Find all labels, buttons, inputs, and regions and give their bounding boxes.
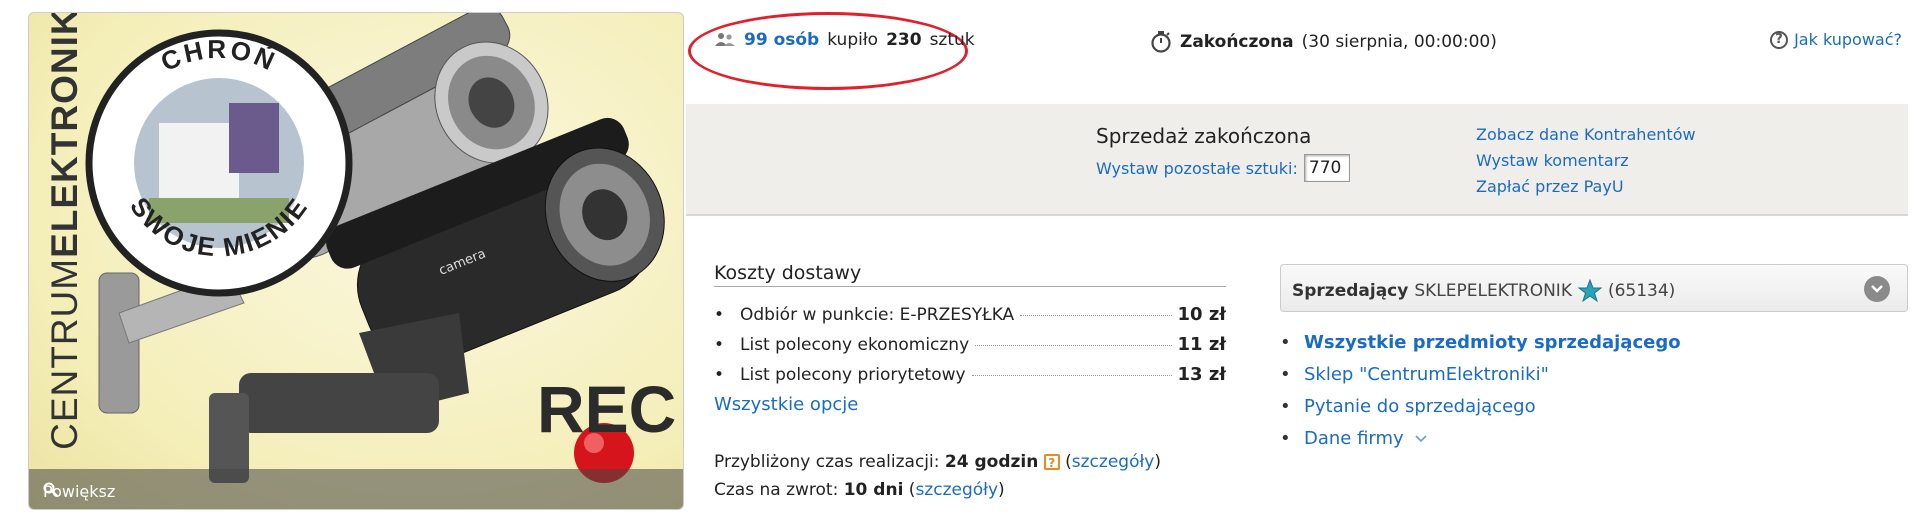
- bullet: •: [1280, 396, 1291, 417]
- chevron-down-icon: [1871, 285, 1883, 293]
- sold-quantity: 230: [886, 30, 922, 50]
- bought-text: kupiło: [827, 30, 879, 50]
- relist-quantity-input[interactable]: 770: [1303, 154, 1350, 182]
- realization-value: 24 godzin: [944, 452, 1039, 472]
- how-to-buy-link[interactable]: Jak kupować?: [1794, 30, 1902, 49]
- seller-info: Sprzedający SKLEPELEKTRONIK (65134): [1292, 279, 1675, 303]
- realization-label: Przybliżony czas realizacji:: [714, 452, 940, 472]
- auction-status-label: Zakończona: [1180, 32, 1294, 52]
- seller-link-all-items[interactable]: • Wszystkie przedmioty sprzedającego: [1280, 332, 1681, 353]
- zoom-button[interactable]: Powiększ: [43, 482, 115, 501]
- shipping-option: • Odbiór w punkcie: E-PRZESYŁKA 10 zł: [714, 304, 1226, 325]
- all-options-link[interactable]: Wszystkie opcje: [714, 394, 858, 415]
- seller-rating: (65134): [1607, 281, 1676, 301]
- view-contractors-link[interactable]: Zobacz dane Kontrahentów: [1476, 122, 1696, 148]
- bullet: •: [714, 365, 725, 385]
- vertical-brand: CENTRUMELEKTRONIKI: [35, 12, 95, 450]
- relist-row: Wystaw pozostałe sztuki: 770: [1096, 154, 1350, 182]
- star-icon: [1577, 279, 1602, 303]
- help-icon[interactable]: ?: [1043, 454, 1060, 470]
- shipping-option-name: List polecony ekonomiczny: [740, 335, 970, 355]
- unit-text: sztuk: [929, 30, 975, 50]
- help-icon: ?: [1770, 30, 1789, 49]
- shipping-option-price: 11 zł: [1177, 334, 1226, 355]
- panel-links: Zobacz dane Kontrahentów Wystaw komentar…: [1476, 122, 1696, 200]
- zoom-bar: [29, 469, 683, 509]
- buyers-info: 99 osób kupiło 230 sztuk: [714, 30, 975, 50]
- seller-label: Sprzedający: [1292, 281, 1409, 301]
- relist-link[interactable]: Wystaw pozostałe sztuki:: [1096, 159, 1298, 178]
- badge-top-text: CHROŃ: [156, 34, 279, 77]
- bullet: •: [1280, 428, 1291, 449]
- shipping-option: • List polecony ekonomiczny 11 zł: [714, 334, 1226, 355]
- brand-text-bold: ELEKTRONIKI: [44, 12, 85, 258]
- svg-text:CHROŃ: CHROŃ: [156, 34, 282, 77]
- realization-time: Przybliżony czas realizacji: 24 godzin ?…: [714, 452, 1161, 472]
- badge-bottom-text: SWOJE MIENIE: [124, 192, 312, 263]
- shipping-option-price: 13 zł: [1177, 364, 1226, 385]
- highlight-ellipse: [688, 12, 968, 90]
- sale-ended-title: Sprzedaż zakończona: [1096, 124, 1312, 148]
- seller-link-label[interactable]: Wszystkie przedmioty sprzedającego: [1304, 332, 1681, 353]
- buyers-count-link[interactable]: 99 osób: [744, 30, 819, 50]
- seller-link-question[interactable]: • Pytanie do sprzedającego: [1280, 396, 1536, 417]
- return-value: 10 dni: [843, 480, 904, 500]
- seller-link-shop[interactable]: • Sklep "CentrumElektroniki": [1280, 364, 1549, 385]
- brand-text-light: CENTRUM: [44, 257, 85, 450]
- seller-link-label[interactable]: Sklep "CentrumElektroniki": [1304, 364, 1549, 385]
- stopwatch-icon: [1151, 31, 1171, 53]
- shipping-option: • List polecony priorytetowy 13 zł: [714, 364, 1226, 385]
- bullet: •: [714, 305, 725, 325]
- shipping-title: Koszty dostawy: [714, 262, 1226, 287]
- return-time: Czas na zwrot: 10 dni (szczegóły): [714, 480, 1005, 500]
- return-label: Czas na zwrot:: [714, 480, 839, 500]
- realization-details-link[interactable]: szczegóły: [1072, 452, 1155, 472]
- bullet: •: [1280, 364, 1291, 385]
- magnifier-icon: [43, 482, 58, 497]
- seller-link-company[interactable]: • Dane firmy: [1280, 428, 1428, 449]
- chevron-down-icon: [1415, 434, 1427, 442]
- bullet: •: [1280, 332, 1291, 353]
- pay-payu-link[interactable]: Zapłać przez PayU: [1476, 174, 1696, 200]
- shipping-option-name: Odbiór w punkcie: E-PRZESYŁKA: [740, 305, 1015, 325]
- camera-label: camera: [437, 246, 488, 278]
- shipping-option-name: List polecony priorytetowy: [740, 365, 966, 385]
- leave-comment-link[interactable]: Wystaw komentarz: [1476, 148, 1696, 174]
- auction-end-date: (30 sierpnia, 00:00:00): [1301, 32, 1497, 52]
- return-details-link[interactable]: szczegóły: [915, 480, 998, 500]
- auction-status: Zakończona (30 sierpnia, 00:00:00): [1150, 30, 1497, 54]
- seller-expand-button[interactable]: [1864, 276, 1890, 302]
- product-image[interactable]: CHROŃ SWOJE MIENIE camera CENTRUMELEKTRO…: [28, 12, 684, 510]
- svg-text:SWOJE MIENIE: SWOJE MIENIE: [124, 192, 314, 263]
- bullet: •: [714, 335, 725, 355]
- shipping-option-price: 10 zł: [1177, 304, 1226, 325]
- how-to-buy[interactable]: ? Jak kupować?: [1770, 30, 1902, 49]
- seller-link-label[interactable]: Pytanie do sprzedającego: [1304, 396, 1536, 417]
- people-icon: [715, 33, 735, 46]
- seller-link-label[interactable]: Dane firmy: [1304, 428, 1404, 449]
- rec-label: REC: [537, 372, 677, 446]
- seller-name[interactable]: SKLEPELEKTRONIK: [1414, 281, 1572, 301]
